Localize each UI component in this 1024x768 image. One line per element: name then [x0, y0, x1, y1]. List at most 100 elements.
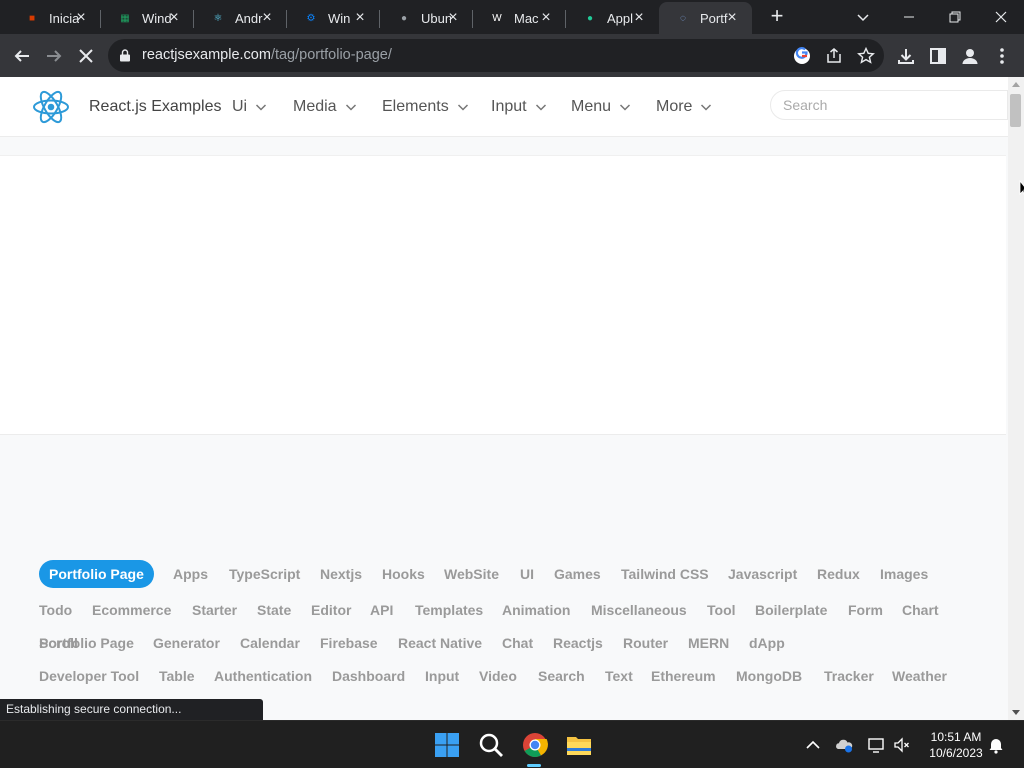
restore-button[interactable]	[932, 0, 978, 34]
tag-link[interactable]: Scroll	[39, 629, 78, 657]
tag-link[interactable]: Ethereum	[651, 662, 716, 690]
windows-start-icon[interactable]	[431, 729, 463, 761]
tag-link[interactable]: Chart	[902, 596, 939, 624]
scrollbar-thumb[interactable]	[1010, 94, 1021, 127]
tag-link[interactable]: Reactjs	[553, 629, 603, 657]
close-tab-icon[interactable]: ×	[166, 10, 182, 26]
minimize-button[interactable]	[886, 0, 932, 34]
nav-item-media[interactable]: Media	[293, 98, 357, 116]
tag-link[interactable]: WebSite	[444, 560, 499, 588]
tag-link[interactable]: Authentication	[214, 662, 312, 690]
tag-link[interactable]: Table	[159, 662, 195, 690]
tag-link[interactable]: Dashboard	[332, 662, 405, 690]
tag-link[interactable]: State	[257, 596, 291, 624]
close-tab-icon[interactable]: ×	[352, 10, 368, 26]
tag-link[interactable]: Calendar	[240, 629, 300, 657]
download-icon[interactable]	[896, 46, 916, 66]
tag-link-active[interactable]: Portfolio Page	[39, 560, 154, 588]
close-tab-icon[interactable]: ×	[724, 10, 740, 26]
nav-item-menu[interactable]: Menu	[571, 98, 631, 116]
tag-link[interactable]: Router	[623, 629, 668, 657]
new-tab-button[interactable]: +	[766, 5, 788, 28]
tag-link[interactable]: Generator	[153, 629, 220, 657]
tag-link[interactable]: UI	[520, 560, 534, 588]
tag-link[interactable]: Nextjs	[320, 560, 362, 588]
site-search-input[interactable]	[770, 90, 1008, 120]
stop-loading-button[interactable]	[72, 42, 100, 70]
tag-link[interactable]: Miscellaneous	[591, 596, 687, 624]
bookmark-star-icon[interactable]	[856, 46, 876, 66]
tag-link[interactable]: Weather	[892, 662, 947, 690]
page-scrollbar[interactable]	[1008, 77, 1024, 720]
tag-link[interactable]: Boilerplate	[755, 596, 827, 624]
notification-bell-icon[interactable]	[986, 735, 1006, 755]
chrome-app-icon[interactable]	[519, 729, 551, 761]
tag-link[interactable]: Ecommerce	[92, 596, 171, 624]
url-text[interactable]: reactjsexample.com/tag/portfolio-page/	[142, 47, 392, 63]
tag-link[interactable]: Chat	[502, 629, 533, 657]
address-bar[interactable]: reactjsexample.com/tag/portfolio-page/	[108, 39, 884, 72]
scroll-up-arrow-icon[interactable]	[1012, 82, 1020, 87]
system-clock[interactable]: 10:51 AM 10/6/2023	[918, 729, 994, 761]
nav-item-ui[interactable]: Ui	[232, 98, 267, 116]
tag-link[interactable]: MERN	[688, 629, 729, 657]
nav-item-elements[interactable]: Elements	[382, 98, 469, 116]
share-icon[interactable]	[824, 46, 844, 66]
file-explorer-icon[interactable]	[563, 729, 595, 761]
search-icon[interactable]	[475, 729, 507, 761]
tag-link[interactable]: API	[370, 596, 393, 624]
speaker-muted-icon[interactable]	[892, 735, 912, 755]
tag-link[interactable]: React Native	[398, 629, 482, 657]
browser-tab[interactable]: ● Ubun ×	[380, 2, 473, 34]
browser-tab[interactable]: ⚙ Win ×	[287, 2, 380, 34]
tag-link[interactable]: Apps	[173, 560, 208, 588]
tag-link[interactable]: Todo	[39, 596, 72, 624]
network-icon[interactable]	[866, 735, 886, 755]
close-tab-icon[interactable]: ×	[631, 10, 647, 26]
close-tab-icon[interactable]: ×	[73, 10, 89, 26]
browser-tab[interactable]: ■ Inicia ×	[8, 2, 101, 34]
forward-button[interactable]	[40, 42, 68, 70]
tag-link[interactable]: Animation	[502, 596, 570, 624]
back-button[interactable]	[8, 42, 36, 70]
close-window-button[interactable]	[978, 0, 1024, 34]
tag-link[interactable]: Input	[425, 662, 459, 690]
scroll-down-arrow-icon[interactable]	[1012, 710, 1020, 715]
more-menu-icon[interactable]	[994, 46, 1010, 66]
tag-link[interactable]: Images	[880, 560, 928, 588]
browser-tab[interactable]: ◌ Portf ×	[659, 2, 752, 34]
chevron-up-icon[interactable]	[803, 735, 823, 755]
tag-link[interactable]: Tailwind CSS	[621, 560, 709, 588]
google-lens-icon[interactable]	[792, 46, 812, 66]
tag-link[interactable]: Editor	[311, 596, 351, 624]
profile-icon[interactable]	[960, 46, 980, 66]
tag-link[interactable]: Text	[605, 662, 633, 690]
browser-tab[interactable]: W Mac ×	[473, 2, 566, 34]
tag-link[interactable]: dApp	[749, 629, 785, 657]
side-panel-icon[interactable]	[928, 46, 948, 66]
tag-link[interactable]: Hooks	[382, 560, 425, 588]
tag-link[interactable]: MongoDB	[736, 662, 802, 690]
tag-link[interactable]: Firebase	[320, 629, 378, 657]
tag-link[interactable]: Javascript	[728, 560, 797, 588]
lock-icon[interactable]	[119, 49, 131, 62]
tag-link[interactable]: Templates	[415, 596, 483, 624]
tag-link[interactable]: Search	[538, 662, 585, 690]
react-logo-icon[interactable]	[31, 89, 71, 125]
tag-link[interactable]: Tool	[707, 596, 736, 624]
nav-item-more[interactable]: More	[656, 98, 712, 116]
tag-link[interactable]: Tracker	[824, 662, 874, 690]
browser-tab[interactable]: ● Appl ×	[566, 2, 659, 34]
tab-search-button[interactable]	[840, 0, 886, 34]
tag-link[interactable]: Developer Tool	[39, 662, 139, 690]
tag-link[interactable]: Video	[479, 662, 517, 690]
browser-tab[interactable]: ▦ Wind ×	[101, 2, 194, 34]
close-tab-icon[interactable]: ×	[259, 10, 275, 26]
browser-tab[interactable]: ⚛ Andr ×	[194, 2, 287, 34]
tag-link[interactable]: Form	[848, 596, 883, 624]
onedrive-icon[interactable]	[834, 735, 854, 755]
tag-link[interactable]: Redux	[817, 560, 860, 588]
tag-link[interactable]: Starter	[192, 596, 237, 624]
tag-link[interactable]: TypeScript	[229, 560, 300, 588]
close-tab-icon[interactable]: ×	[445, 10, 461, 26]
